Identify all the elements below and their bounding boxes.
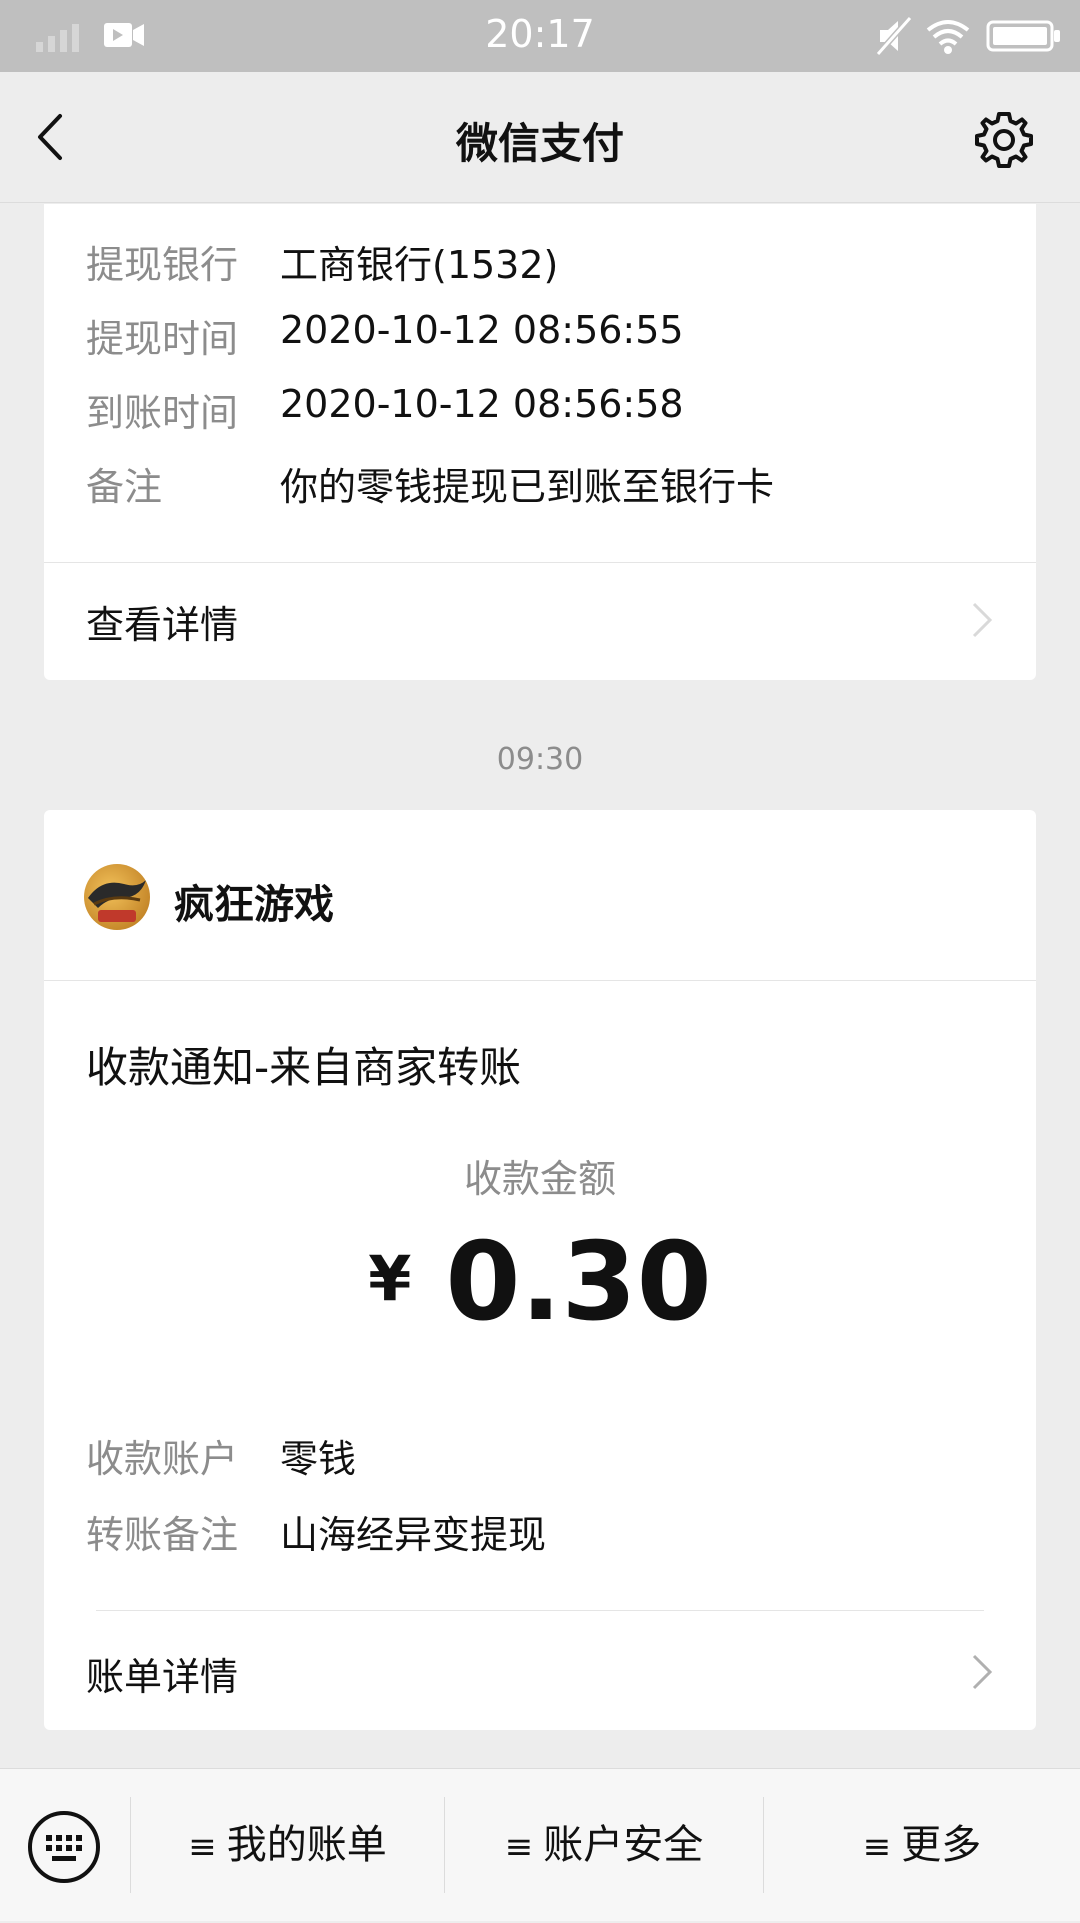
row-label: 提现银行 bbox=[86, 243, 239, 287]
battery-icon bbox=[986, 20, 1060, 52]
currency-symbol: ¥ bbox=[368, 1242, 412, 1315]
gear-icon[interactable] bbox=[972, 108, 1036, 172]
message-timestamp: 09:30 bbox=[496, 742, 584, 777]
menu-list-icon: ≡ bbox=[862, 1827, 892, 1867]
status-bar: 20:17 bbox=[0, 0, 1080, 72]
chevron-right-icon bbox=[972, 1654, 993, 1690]
amount: ¥0.30 bbox=[44, 1220, 1036, 1345]
row-value: 山海经异变提现 bbox=[280, 1513, 547, 1557]
bill-details-link[interactable]: 账单详情 bbox=[44, 1616, 1036, 1726]
row-value: 2020-10-12 08:56:58 bbox=[280, 382, 684, 426]
row-label: 转账备注 bbox=[86, 1513, 239, 1557]
row-label: 提现时间 bbox=[86, 317, 239, 361]
row-value: 2020-10-12 08:56:55 bbox=[280, 308, 684, 352]
amount-label: 收款金额 bbox=[463, 1157, 616, 1201]
amount-value: 0.30 bbox=[445, 1220, 712, 1345]
menu-account-security[interactable]: ≡ 账户安全 bbox=[445, 1769, 763, 1921]
divider bbox=[96, 1610, 984, 1611]
menu-label: 更多 bbox=[901, 1822, 982, 1868]
mute-icon bbox=[876, 16, 912, 56]
title-bar: 微信支付 bbox=[0, 72, 1080, 203]
row-value: 零钱 bbox=[280, 1437, 357, 1481]
divider bbox=[44, 980, 1036, 981]
wifi-icon bbox=[926, 20, 970, 54]
menu-list-icon: ≡ bbox=[504, 1827, 534, 1867]
bill-details-label: 账单详情 bbox=[86, 1655, 239, 1699]
withdraw-card: 提现银行 工商银行(1532) 提现时间 2020-10-12 08:56:55… bbox=[44, 204, 1036, 680]
view-details-label: 查看详情 bbox=[86, 603, 239, 647]
merchant-name: 疯狂游戏 bbox=[174, 882, 334, 928]
menu-label: 我的账单 bbox=[226, 1822, 387, 1868]
keyboard-icon[interactable] bbox=[26, 1809, 102, 1885]
chevron-right-icon bbox=[972, 602, 993, 638]
menu-my-bills[interactable]: ≡ 我的账单 bbox=[131, 1769, 444, 1921]
row-label: 备注 bbox=[86, 465, 163, 509]
status-time: 20:17 bbox=[485, 12, 595, 56]
row-value: 工商银行(1532) bbox=[280, 243, 559, 287]
view-details-link[interactable]: 查看详情 bbox=[44, 564, 1036, 674]
divider bbox=[44, 562, 1036, 563]
merchant-avatar[interactable] bbox=[84, 864, 150, 930]
bottom-menu-bar: ≡ 我的账单 ≡ 账户安全 ≡ 更多 bbox=[0, 1768, 1080, 1921]
row-label: 收款账户 bbox=[86, 1437, 239, 1481]
page-title: 微信支付 bbox=[455, 119, 624, 168]
menu-label: 账户安全 bbox=[543, 1822, 704, 1868]
dragon-logo-icon bbox=[88, 880, 146, 922]
menu-more[interactable]: ≡ 更多 bbox=[764, 1769, 1080, 1921]
row-value: 你的零钱提现已到账至银行卡 bbox=[280, 465, 775, 509]
receipt-card: 疯狂游戏 收款通知-来自商家转账 收款金额 ¥0.30 收款账户 零钱 转账备注… bbox=[44, 810, 1036, 1730]
menu-list-icon: ≡ bbox=[188, 1827, 217, 1867]
notice-title: 收款通知-来自商家转账 bbox=[86, 1043, 522, 1092]
row-label: 到账时间 bbox=[86, 391, 239, 435]
